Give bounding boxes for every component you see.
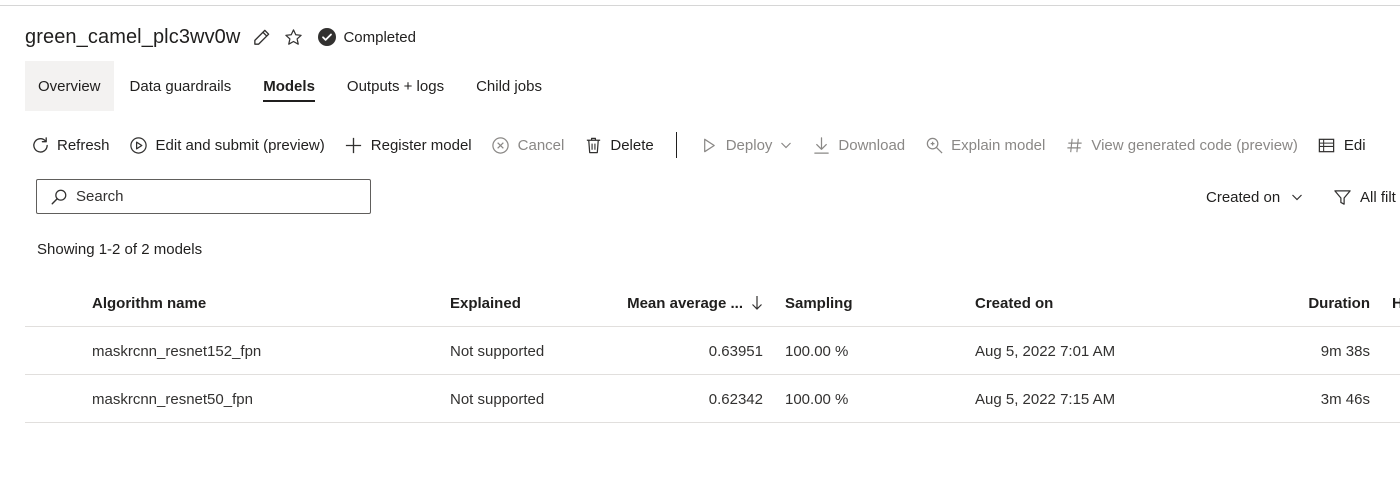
edit-submit-label: Edit and submit (preview) xyxy=(155,136,325,154)
sampling-cell: 100.00 % xyxy=(785,342,849,360)
all-filters-label: All filt xyxy=(1360,188,1396,206)
toolbar-divider xyxy=(675,132,677,158)
tab-bar: Overview Data guardrails Models Outputs … xyxy=(25,61,558,111)
tab-overview[interactable]: Overview xyxy=(25,61,114,111)
refresh-label: Refresh xyxy=(57,136,110,154)
created-on-cell: Aug 5, 2022 7:01 AM xyxy=(975,342,1116,360)
column-header-mean-average-label: Mean average ... xyxy=(627,294,743,312)
status-text: Completed xyxy=(343,28,416,46)
search-icon xyxy=(50,188,68,206)
filter-icon xyxy=(1333,188,1352,207)
explained-cell: Not supported xyxy=(450,390,545,408)
explain-model-label: Explain model xyxy=(951,136,1046,154)
job-title: green_camel_plc3wv0w xyxy=(25,25,241,48)
tab-models[interactable]: Models xyxy=(247,61,331,111)
delete-button[interactable]: Delete xyxy=(583,130,654,160)
download-icon xyxy=(811,135,831,155)
edit-columns-label: Edi xyxy=(1343,136,1366,154)
sort-dropdown[interactable]: Created on xyxy=(1206,182,1303,212)
duration-cell: 3m 46s xyxy=(1320,390,1370,408)
table-edit-icon xyxy=(1317,135,1337,155)
check-circle-icon xyxy=(318,28,337,46)
status-badge: Completed xyxy=(318,28,416,46)
algorithm-link[interactable]: maskrcnn_resnet152_fpn xyxy=(92,327,261,375)
column-header-truncated[interactable]: H xyxy=(1392,279,1400,327)
cancel-circle-icon xyxy=(491,135,511,155)
plus-icon xyxy=(344,135,364,155)
top-divider xyxy=(0,0,1400,6)
deploy-label: Deploy xyxy=(725,136,773,154)
all-filters-button[interactable]: All filt xyxy=(1333,182,1396,212)
explain-model-button[interactable]: Explain model xyxy=(924,130,1045,160)
job-header: green_camel_plc3wv0w Completed xyxy=(25,22,416,52)
command-bar: Refresh Edit and submit (preview) Regist… xyxy=(30,130,1385,160)
sort-descending-icon xyxy=(752,296,762,310)
zoom-icon xyxy=(924,135,944,155)
tab-data-guardrails[interactable]: Data guardrails xyxy=(114,61,248,111)
search-input[interactable] xyxy=(76,188,346,205)
column-header-algorithm[interactable]: Algorithm name xyxy=(92,279,206,327)
explained-cell: Not supported xyxy=(450,342,545,360)
created-on-cell: Aug 5, 2022 7:15 AM xyxy=(975,390,1116,408)
star-icon[interactable] xyxy=(282,26,304,48)
results-count: Showing 1-2 of 2 models xyxy=(37,241,203,258)
column-header-created-on[interactable]: Created on xyxy=(975,279,1053,327)
sort-selected: Created on xyxy=(1206,188,1281,206)
register-model-label: Register model xyxy=(370,136,472,154)
sampling-cell: 100.00 % xyxy=(785,390,849,408)
cancel-label: Cancel xyxy=(517,136,565,154)
column-header-explained[interactable]: Explained xyxy=(450,279,521,327)
search-box[interactable] xyxy=(36,179,371,214)
chevron-down-icon xyxy=(781,142,792,149)
models-table: Algorithm name Explained Mean average ..… xyxy=(25,279,1400,423)
view-code-label: View generated code (preview) xyxy=(1091,136,1298,154)
column-header-sampling[interactable]: Sampling xyxy=(785,279,853,327)
download-button[interactable]: Download xyxy=(811,130,905,160)
refresh-icon xyxy=(30,135,50,155)
deploy-button[interactable]: Deploy xyxy=(699,130,793,160)
mean-average-cell: 0.62342 xyxy=(708,390,763,408)
download-label: Download xyxy=(838,136,906,154)
edit-columns-button[interactable]: Edi xyxy=(1317,130,1366,160)
duration-cell: 9m 38s xyxy=(1320,342,1370,360)
register-model-button[interactable]: Register model xyxy=(344,130,472,160)
chevron-down-icon xyxy=(1292,194,1303,201)
table-header: Algorithm name Explained Mean average ..… xyxy=(25,279,1400,327)
tab-outputs-logs[interactable]: Outputs + logs xyxy=(331,61,460,111)
mean-average-cell: 0.63951 xyxy=(708,342,763,360)
tab-child-jobs[interactable]: Child jobs xyxy=(460,61,558,111)
cancel-button[interactable]: Cancel xyxy=(491,130,565,160)
delete-label: Delete xyxy=(610,136,654,154)
refresh-button[interactable]: Refresh xyxy=(30,130,110,160)
edit-submit-button[interactable]: Edit and submit (preview) xyxy=(129,130,325,160)
trash-icon xyxy=(583,135,603,155)
play-circle-icon xyxy=(129,135,149,155)
table-row[interactable]: maskrcnn_resnet50_fpn Not supported 0.62… xyxy=(25,375,1400,423)
hash-icon xyxy=(1064,135,1084,155)
column-header-duration[interactable]: Duration xyxy=(1225,279,1370,327)
view-code-button[interactable]: View generated code (preview) xyxy=(1064,130,1298,160)
algorithm-link[interactable]: maskrcnn_resnet50_fpn xyxy=(92,375,253,423)
play-icon xyxy=(699,135,719,155)
pencil-icon[interactable] xyxy=(250,26,272,48)
table-row[interactable]: maskrcnn_resnet152_fpn Not supported 0.6… xyxy=(25,327,1400,375)
column-header-mean-average[interactable]: Mean average ... xyxy=(545,279,763,327)
